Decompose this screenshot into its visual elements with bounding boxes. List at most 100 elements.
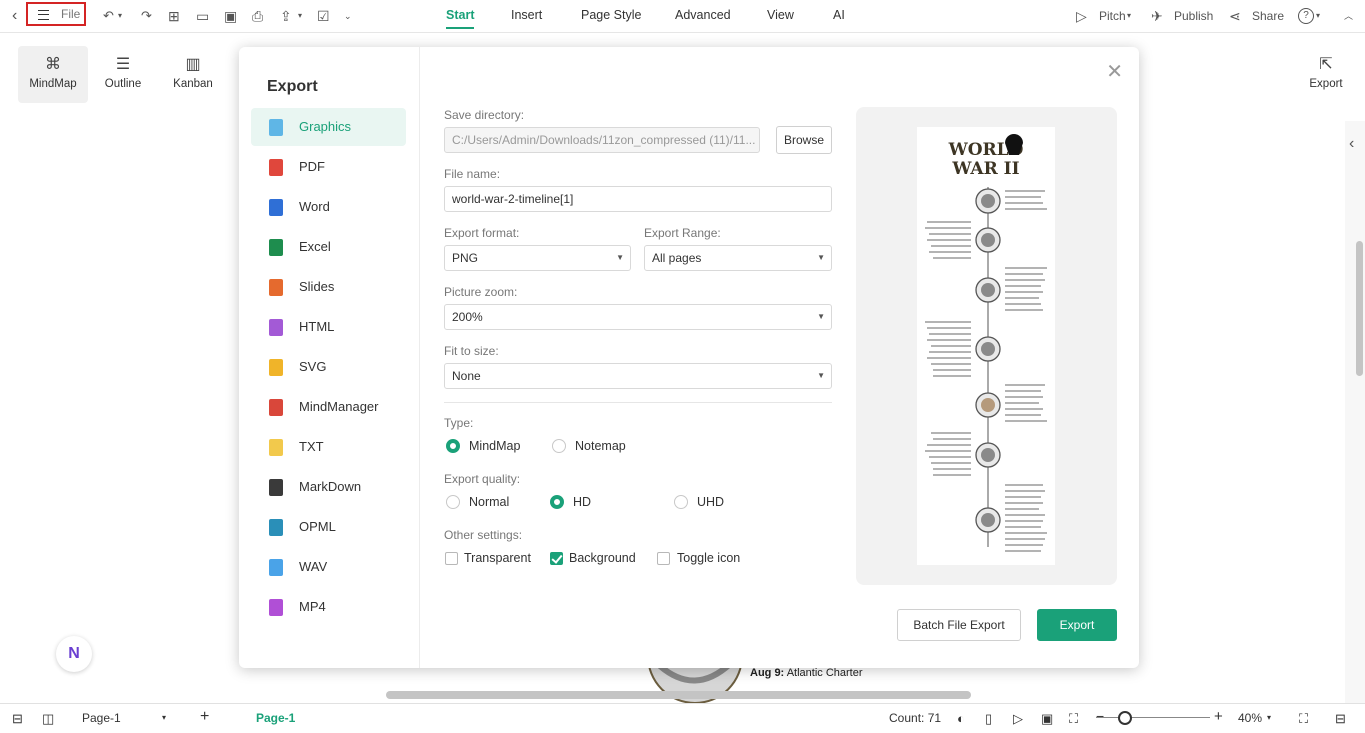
focus-icon[interactable]: ◐ bbox=[957, 711, 965, 726]
horizontal-scrollbar[interactable] bbox=[386, 691, 971, 699]
add-page-icon[interactable]: + bbox=[200, 708, 209, 726]
kanban-view-label: Kanban bbox=[173, 78, 213, 90]
browse-button[interactable]: Browse bbox=[776, 126, 832, 154]
save-icon[interactable]: ▣ bbox=[224, 5, 237, 27]
export-range-select[interactable]: All pages ▼ bbox=[644, 245, 832, 271]
format-item-wav[interactable]: WAV bbox=[251, 548, 406, 586]
close-icon[interactable]: ✕ bbox=[1106, 59, 1123, 84]
background-label[interactable]: Background bbox=[569, 551, 636, 565]
format-item-pdf[interactable]: PDF bbox=[251, 148, 406, 186]
chevron-down-icon: ▼ bbox=[817, 371, 825, 380]
collapse-panel-icon[interactable]: ⊟ bbox=[1335, 711, 1346, 727]
tab-ai[interactable]: AI bbox=[833, 8, 845, 22]
tab-page-1[interactable]: Page-1 bbox=[256, 711, 295, 725]
batch-file-export-button[interactable]: Batch File Export bbox=[897, 609, 1021, 641]
help-icon[interactable]: ? bbox=[1298, 8, 1314, 24]
tab-insert[interactable]: Insert bbox=[511, 8, 542, 22]
tab-advanced[interactable]: Advanced bbox=[675, 8, 731, 22]
export-dropdown-icon[interactable]: ▾ bbox=[298, 5, 302, 27]
format-item-excel[interactable]: Excel bbox=[251, 228, 406, 266]
format-item-opml[interactable]: OPML bbox=[251, 508, 406, 546]
checklist-icon[interactable]: ☑ bbox=[317, 5, 330, 27]
type-notemap-label[interactable]: Notemap bbox=[575, 439, 626, 453]
timeline-entry-text: Aug 9: Atlantic Charter bbox=[750, 667, 863, 679]
zoom-out-icon[interactable]: − bbox=[1096, 708, 1104, 724]
format-item-slides[interactable]: Slides bbox=[251, 268, 406, 306]
toggle-icon-label[interactable]: Toggle icon bbox=[677, 551, 740, 565]
format-item-graphics[interactable]: Graphics bbox=[251, 108, 406, 146]
collapse-ribbon-icon[interactable]: ︿ bbox=[1344, 5, 1353, 27]
export-toolbar-button[interactable]: ⇱ Export bbox=[1291, 46, 1361, 103]
page-select[interactable]: Page-1 ▾ bbox=[72, 707, 176, 729]
background-checkbox[interactable] bbox=[550, 552, 563, 565]
tab-start[interactable]: Start bbox=[446, 8, 475, 29]
format-item-html[interactable]: HTML bbox=[251, 308, 406, 346]
undo-icon[interactable]: ↶ bbox=[103, 5, 114, 27]
format-label: Word bbox=[299, 199, 330, 214]
format-label: SVG bbox=[299, 359, 327, 374]
page-panel-icon[interactable]: ◫ bbox=[42, 711, 54, 727]
fit-to-size-select[interactable]: None ▼ bbox=[444, 363, 832, 389]
print-icon[interactable]: ⎙ bbox=[252, 5, 263, 27]
format-item-txt[interactable]: TXT bbox=[251, 428, 406, 466]
kanban-view-button[interactable]: ▥ Kanban bbox=[158, 46, 228, 103]
book-icon[interactable]: ▯ bbox=[985, 711, 992, 727]
zoom-level[interactable]: 40% bbox=[1238, 711, 1262, 725]
expand-panel-chevron-icon[interactable]: ‹ bbox=[1349, 135, 1354, 153]
format-item-markdown[interactable]: MarkDown bbox=[251, 468, 406, 506]
file-menu-button[interactable]: File bbox=[26, 2, 86, 26]
zoom-dropdown-icon[interactable]: ▾ bbox=[1267, 713, 1271, 722]
zoom-slider[interactable] bbox=[1096, 717, 1210, 718]
undo-dropdown-icon[interactable]: ▾ bbox=[118, 5, 122, 27]
publish-button[interactable]: Publish bbox=[1174, 5, 1213, 27]
fit-page-icon[interactable]: ▣ bbox=[1041, 711, 1053, 727]
quality-uhd-label[interactable]: UHD bbox=[697, 495, 724, 509]
share-button[interactable]: Share bbox=[1252, 5, 1284, 27]
transparent-checkbox[interactable] bbox=[445, 552, 458, 565]
quality-uhd-radio[interactable] bbox=[674, 495, 688, 509]
export-toolbar-label: Export bbox=[1309, 78, 1343, 90]
tab-view[interactable]: View bbox=[767, 8, 794, 22]
format-item-mindmanager[interactable]: MindManager bbox=[251, 388, 406, 426]
export-share-icon[interactable]: ⇪ bbox=[280, 5, 292, 27]
open-folder-icon[interactable]: ▭ bbox=[196, 5, 209, 27]
vertical-scrollbar[interactable] bbox=[1356, 241, 1363, 376]
status-bar: ⊟ ◫ Page-1 ▾ + Page-1 Count: 71 ◐ ▯ ▷ ▣ … bbox=[0, 703, 1365, 733]
format-item-svg[interactable]: SVG bbox=[251, 348, 406, 386]
more-chevron-icon[interactable]: ⌄ bbox=[344, 5, 352, 27]
zoom-slider-knob[interactable] bbox=[1118, 711, 1132, 725]
pitch-dropdown-icon[interactable]: ▾ bbox=[1127, 5, 1131, 27]
zoom-in-icon[interactable]: + bbox=[1214, 708, 1223, 725]
fullscreen-icon[interactable]: ⛶ bbox=[1299, 711, 1308, 727]
help-dropdown-icon[interactable]: ▾ bbox=[1316, 5, 1320, 27]
export-button[interactable]: Export bbox=[1037, 609, 1117, 641]
back-chevron-icon[interactable]: ‹ bbox=[12, 5, 17, 27]
export-format-select[interactable]: PNG ▼ bbox=[444, 245, 631, 271]
toggle-icon-checkbox[interactable] bbox=[657, 552, 670, 565]
ai-assistant-icon[interactable]: N bbox=[56, 636, 92, 672]
type-notemap-radio[interactable] bbox=[552, 439, 566, 453]
tab-page-style[interactable]: Page Style bbox=[581, 8, 641, 22]
quality-normal-radio[interactable] bbox=[446, 495, 460, 509]
type-mindmap-radio[interactable] bbox=[446, 439, 460, 453]
mindmap-view-button[interactable]: ⌘ MindMap bbox=[18, 46, 88, 103]
fit-to-size-label: Fit to size: bbox=[444, 344, 499, 358]
fit-width-icon[interactable]: ⛶ bbox=[1069, 711, 1078, 727]
redo-icon[interactable]: ↷ bbox=[141, 5, 152, 27]
file-name-field[interactable]: world-war-2-timeline[1] bbox=[444, 186, 832, 212]
quality-normal-label[interactable]: Normal bbox=[469, 495, 509, 509]
picture-zoom-select[interactable]: 200% ▼ bbox=[444, 304, 832, 330]
format-item-mp4[interactable]: MP4 bbox=[251, 588, 406, 626]
layout-icon[interactable]: ⊟ bbox=[12, 711, 23, 727]
pitch-button[interactable]: Pitch bbox=[1099, 5, 1126, 27]
outline-view-button[interactable]: ☰ Outline bbox=[88, 46, 158, 103]
transparent-label[interactable]: Transparent bbox=[464, 551, 531, 565]
type-mindmap-label[interactable]: MindMap bbox=[469, 439, 520, 453]
quality-hd-label[interactable]: HD bbox=[573, 495, 591, 509]
play-icon[interactable]: ▷ bbox=[1013, 711, 1023, 727]
quality-hd-radio[interactable] bbox=[550, 495, 564, 509]
save-directory-field[interactable]: C:/Users/Admin/Downloads/11zon_compresse… bbox=[444, 127, 760, 153]
svg-icon bbox=[269, 359, 283, 376]
format-item-word[interactable]: Word bbox=[251, 188, 406, 226]
new-file-icon[interactable]: ⊞ bbox=[168, 5, 180, 27]
